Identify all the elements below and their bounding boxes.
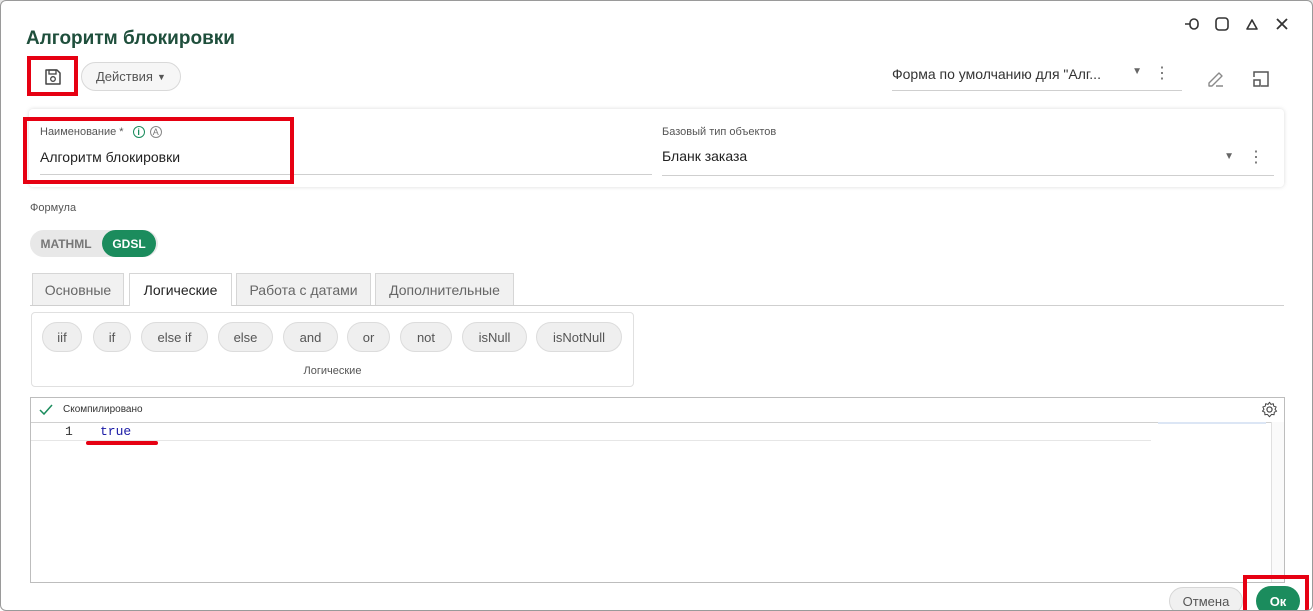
chips-caption: Логические xyxy=(303,365,362,377)
layout-button[interactable] xyxy=(1248,66,1274,92)
toggle-gdsl[interactable]: GDSL xyxy=(102,230,156,257)
check-icon xyxy=(39,404,53,416)
settings-gear-icon[interactable] xyxy=(1261,401,1278,418)
tab-logical[interactable]: Логические xyxy=(129,273,232,306)
compile-status: Скомпилировано xyxy=(63,404,143,415)
highlight-name-field xyxy=(23,117,294,184)
window-controls xyxy=(1184,15,1290,33)
kebab-menu-icon[interactable]: ⋮ xyxy=(1154,63,1170,83)
toggle-mathml[interactable]: MATHML xyxy=(30,230,102,257)
chip-else-if[interactable]: else if xyxy=(141,322,208,352)
caret-down-icon: ▼ xyxy=(1224,151,1234,162)
close-icon[interactable] xyxy=(1274,15,1290,33)
tab-basic[interactable]: Основные xyxy=(32,273,124,305)
editor-status-bar: Скомпилировано xyxy=(31,398,1284,423)
base-type-label: Базовый тип объектов xyxy=(662,126,777,138)
layout-icon xyxy=(1253,71,1269,87)
chip-else[interactable]: else xyxy=(218,322,273,352)
actions-label: Действия xyxy=(96,69,153,84)
collapse-icon[interactable] xyxy=(1244,15,1260,33)
formula-mode-toggle[interactable]: MATHML GDSL xyxy=(30,230,158,257)
caret-down-icon: ▼ xyxy=(1132,66,1142,77)
base-type-value: Бланк заказа xyxy=(662,148,748,164)
cancel-button[interactable]: Отмена xyxy=(1169,587,1243,610)
dialog-window: Алгоритм блокировки Действия ▼ Форма по … xyxy=(0,0,1313,611)
tab-additional[interactable]: Дополнительные xyxy=(375,273,514,305)
code-line[interactable]: 1 true xyxy=(31,422,1151,441)
kebab-menu-icon[interactable]: ⋮ xyxy=(1248,147,1264,167)
edit-button[interactable] xyxy=(1203,66,1229,92)
maximize-icon[interactable] xyxy=(1214,15,1230,33)
logical-functions-panel: iif if else if else and or not isNull is… xyxy=(31,312,634,387)
base-type-select[interactable]: Бланк заказа ▼ ⋮ xyxy=(662,144,1274,176)
formula-label: Формула xyxy=(30,202,77,214)
highlight-ok xyxy=(1243,575,1309,610)
chip-not[interactable]: not xyxy=(400,322,452,352)
code-text: true xyxy=(100,424,132,439)
save-icon xyxy=(45,69,61,85)
edit-icon xyxy=(1208,72,1223,87)
save-button[interactable] xyxy=(33,63,73,91)
editor-scrollbar[interactable] xyxy=(1271,422,1284,582)
highlight-underline xyxy=(86,441,158,445)
dialog-title: Алгоритм блокировки xyxy=(26,28,235,49)
chip-and[interactable]: and xyxy=(283,322,338,352)
line-number: 1 xyxy=(65,424,73,439)
chip-or[interactable]: or xyxy=(347,322,390,352)
form-select[interactable]: Форма по умолчанию для "Алг... ▼ ⋮ xyxy=(892,57,1182,91)
chip-iif[interactable]: iif xyxy=(42,322,82,352)
form-select-value: Форма по умолчанию для "Алг... xyxy=(892,65,1101,82)
actions-dropdown[interactable]: Действия ▼ xyxy=(81,62,181,91)
minimap-indicator xyxy=(1158,422,1266,424)
pin-icon[interactable] xyxy=(1184,15,1200,33)
caret-down-icon: ▼ xyxy=(156,71,166,82)
code-editor[interactable]: Скомпилировано 1 true xyxy=(30,397,1285,583)
chip-isnull[interactable]: isNull xyxy=(462,322,527,352)
chip-isnotnull[interactable]: isNotNull xyxy=(536,322,622,352)
chip-if[interactable]: if xyxy=(93,322,131,352)
tab-dates[interactable]: Работа с датами xyxy=(236,273,371,305)
